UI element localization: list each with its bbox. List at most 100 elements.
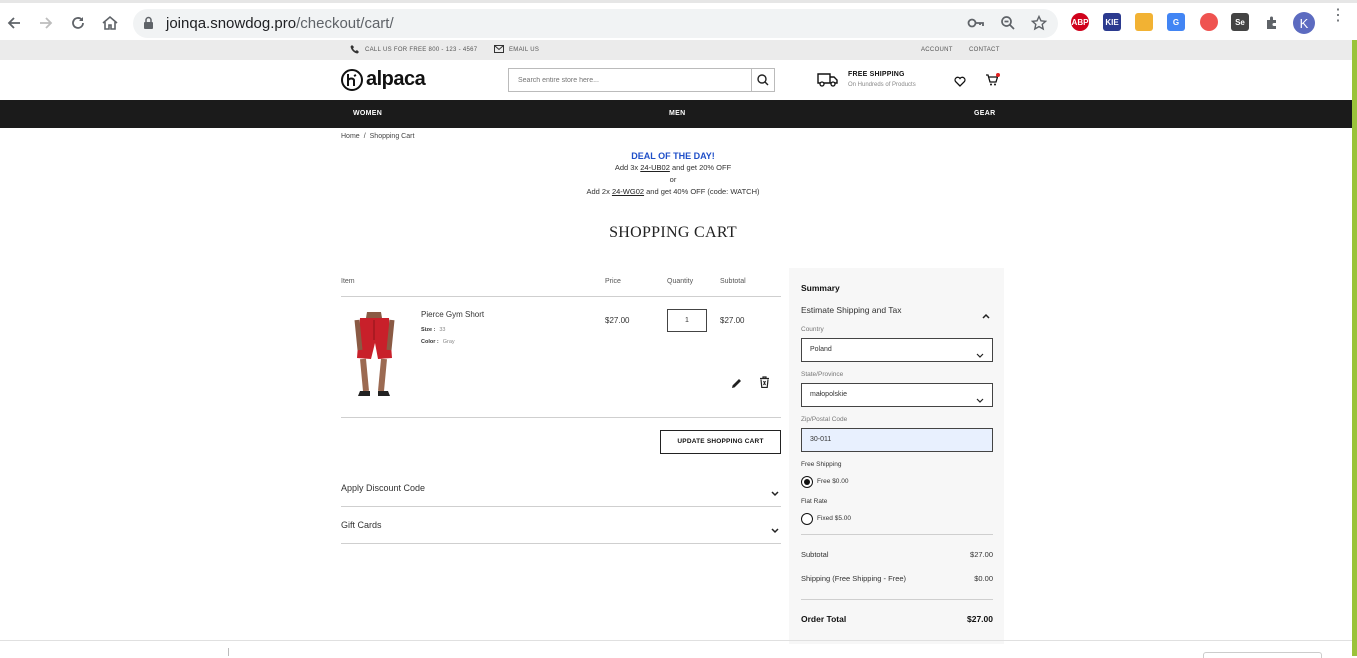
selenium-ide-icon[interactable]: Se [1231, 13, 1249, 31]
edit-pencil-icon[interactable] [731, 376, 742, 394]
url-text: joinqa.snowdog.pro/checkout/cart/ [166, 15, 394, 32]
home-icon[interactable] [99, 12, 121, 34]
product-option-size: Size :33 [421, 327, 446, 333]
deal-line-1-prefix: Add 3x [614, 163, 641, 172]
nav-men[interactable]: MEN [669, 110, 685, 117]
adblock-plus-icon[interactable]: ABP [1071, 13, 1089, 31]
extension-icon-3[interactable] [1135, 13, 1153, 31]
email-link[interactable]: EMAIL US [509, 47, 539, 53]
reload-icon[interactable] [67, 12, 89, 34]
product-option-color: Color : Gray [421, 339, 455, 345]
order-summary: Summary Estimate Shipping and Tax Countr… [789, 268, 1004, 644]
breadcrumb-home[interactable]: Home [341, 133, 360, 140]
state-value: małopolskie [810, 391, 847, 398]
truck-icon [817, 72, 839, 92]
zip-input[interactable]: 30-011 [801, 428, 993, 452]
deal-sku-link-2[interactable]: 24-WG02 [612, 187, 644, 196]
bookmark-star-icon[interactable] [1030, 14, 1048, 36]
cart-badge [996, 73, 1000, 77]
size-value: 33 [439, 327, 446, 333]
trash-icon[interactable] [759, 375, 770, 393]
free-shipping-method-title: Free Shipping [801, 461, 842, 468]
puzzle-extensions-icon[interactable] [1261, 12, 1283, 34]
country-select[interactable]: Poland [801, 338, 993, 362]
free-price: $0.00 [832, 478, 849, 485]
estimate-shipping-toggle[interactable]: Estimate Shipping and Tax [801, 305, 902, 315]
profile-avatar[interactable]: K [1293, 12, 1315, 34]
back-arrow-icon[interactable] [3, 12, 25, 34]
lock-icon [143, 16, 154, 35]
update-cart-button[interactable]: UPDATE SHOPPING CART [660, 430, 781, 454]
country-value: Poland [810, 346, 832, 353]
divider-tick [228, 648, 229, 656]
breadcrumb-current: Shopping Cart [369, 133, 415, 140]
column-header-quantity: Quantity [667, 278, 694, 285]
deal-or: or [669, 175, 677, 184]
chevron-up-icon[interactable] [982, 306, 990, 324]
free-shipping-option[interactable]: Free $0.00 [817, 478, 848, 485]
order-total-label: Order Total [801, 614, 847, 624]
order-total-row: Order Total $27.00 [801, 614, 993, 624]
gift-cards-accordion[interactable]: Gift Cards [341, 508, 781, 544]
free-label: Free [817, 478, 831, 485]
bottom-panel-edge [1203, 652, 1322, 658]
summary-subtotal-row: Subtotal $27.00 [801, 550, 993, 559]
forward-arrow-icon[interactable] [35, 12, 57, 34]
top-info-bar: CALL US FOR FREE 800 - 123 - 4567 EMAIL … [0, 40, 1352, 60]
contact-link[interactable]: CONTACT [969, 47, 1000, 53]
phone-text[interactable]: CALL US FOR FREE 800 - 123 - 4567 [365, 47, 477, 53]
table-divider [341, 296, 781, 297]
search-button[interactable] [751, 69, 774, 91]
phone-icon [350, 44, 360, 56]
logo-text: alpaca [366, 68, 426, 90]
chevron-down-icon [771, 484, 779, 502]
breadcrumb: Home / Shopping Cart [341, 133, 414, 140]
extension-icon-2[interactable]: KIE [1103, 13, 1121, 31]
browser-menu-icon[interactable]: ⋮ [1330, 8, 1346, 24]
flat-rate-radio[interactable] [801, 513, 813, 525]
deal-line-2-prefix: Add 2x [586, 187, 612, 196]
deal-title: DEAL OF THE DAY! [631, 151, 715, 161]
flat-rate-option[interactable]: Fixed $5.00 [817, 515, 851, 522]
deal-sku-link-1[interactable]: 24-UB02 [640, 163, 670, 172]
shield-extension-icon[interactable] [1200, 13, 1218, 31]
search-icon [757, 74, 769, 86]
page-title: SHOPPING CART [609, 224, 737, 241]
free-shipping-radio[interactable] [801, 476, 813, 488]
address-bar[interactable]: joinqa.snowdog.pro/checkout/cart/ [133, 9, 1058, 38]
column-header-item: Item [341, 278, 355, 285]
key-icon[interactable] [967, 15, 985, 36]
deal-of-the-day: DEAL OF THE DAY! Add 3x 24-UB02 and get … [341, 150, 1005, 198]
nav-women[interactable]: WOMEN [353, 110, 382, 117]
item-price: $27.00 [605, 316, 630, 325]
quantity-input[interactable]: 1 [667, 309, 707, 332]
subtotal-label: Subtotal [801, 550, 829, 559]
discount-code-accordion[interactable]: Apply Discount Code [341, 471, 781, 507]
fixed-label: Fixed [817, 515, 833, 522]
breadcrumb-separator: / [363, 133, 366, 140]
wishlist-heart-icon[interactable] [954, 74, 966, 92]
deal-line-2-suffix: and get 40% OFF (code: WATCH) [644, 187, 760, 196]
summary-title: Summary [801, 283, 840, 293]
window-edge [1352, 40, 1357, 656]
main-navigation: WOMEN MEN GEAR [0, 100, 1352, 128]
google-translate-icon[interactable]: G [1167, 13, 1185, 31]
state-select[interactable]: małopolskie [801, 383, 993, 407]
shipping-value: $0.00 [974, 574, 993, 583]
product-name[interactable]: Pierce Gym Short [421, 310, 484, 319]
product-image[interactable] [347, 312, 402, 400]
table-divider [341, 417, 781, 418]
nav-gear[interactable]: GEAR [974, 110, 995, 117]
gift-cards-label: Gift Cards [341, 520, 382, 530]
account-link[interactable]: ACCOUNT [921, 47, 953, 53]
zoom-icon[interactable] [1000, 15, 1016, 36]
column-header-price: Price [605, 278, 621, 285]
chevron-down-icon [976, 392, 984, 414]
chevron-down-icon [771, 521, 779, 539]
summary-shipping-row: Shipping (Free Shipping - Free) $0.00 [801, 574, 993, 583]
deal-line-2: Add 2x 24-WG02 and get 40% OFF (code: WA… [341, 186, 1005, 198]
site-logo[interactable]: alpaca [341, 68, 426, 91]
color-label: Color : [421, 339, 439, 345]
search-input[interactable] [509, 69, 753, 91]
chevron-down-icon [976, 347, 984, 369]
